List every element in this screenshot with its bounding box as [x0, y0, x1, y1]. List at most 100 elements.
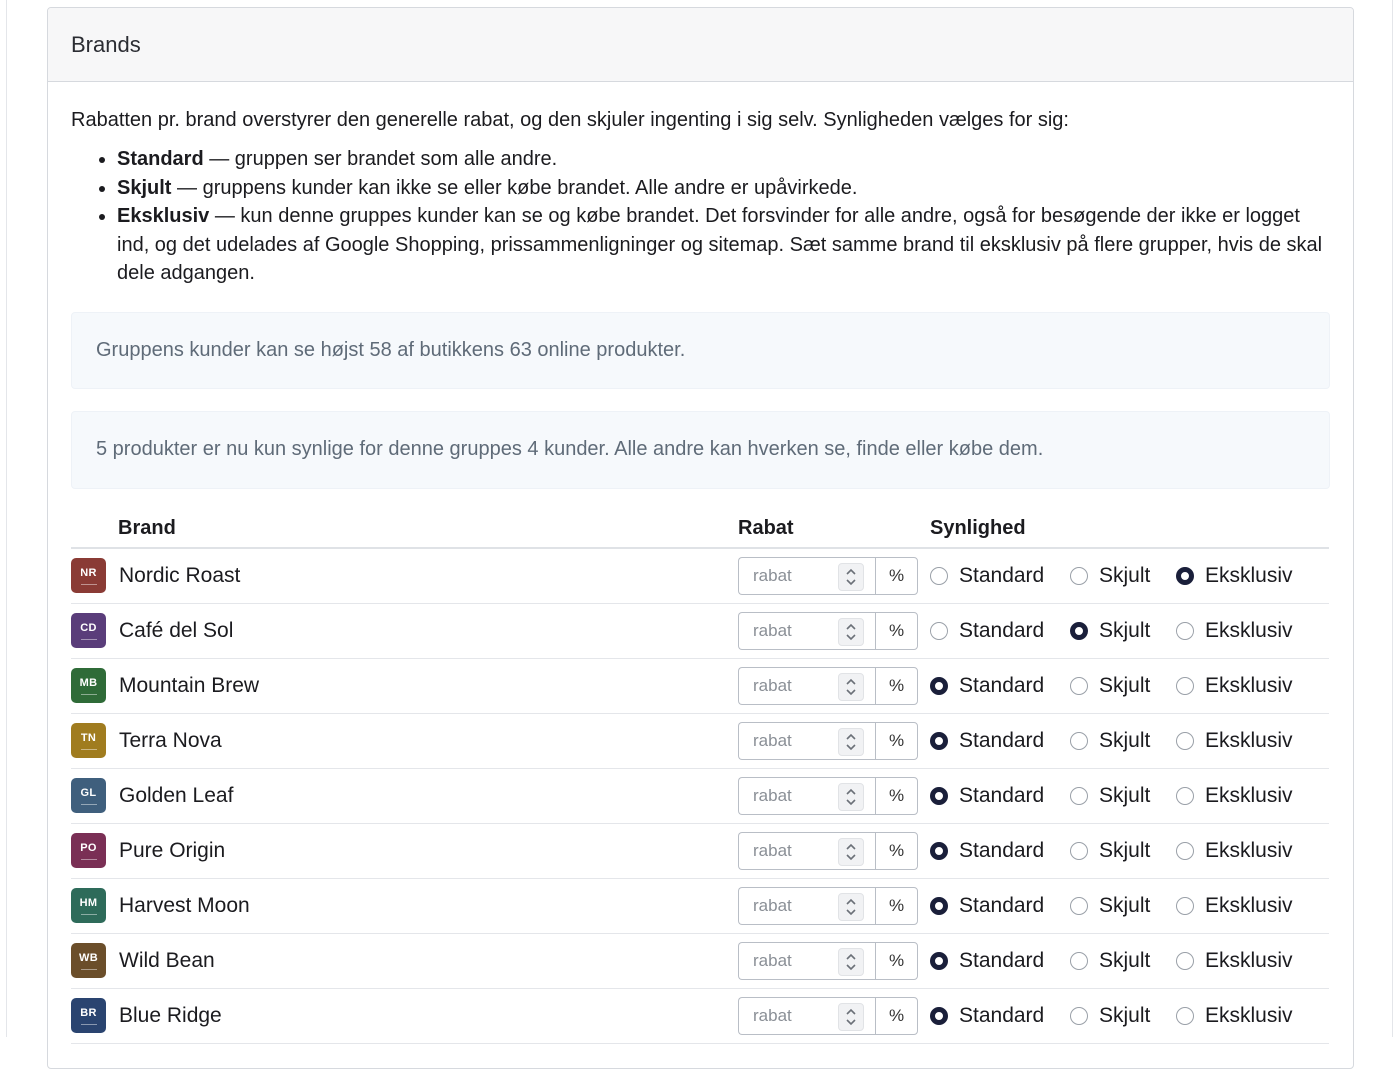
radio-unchecked-icon[interactable] — [930, 566, 948, 585]
number-stepper-icon[interactable] — [838, 672, 864, 701]
radio-unchecked-icon[interactable] — [1070, 676, 1088, 695]
synlighed-cell: Standard Skjult Eksklusiv — [930, 603, 1329, 659]
radio-label: Eksklusiv — [1205, 783, 1293, 807]
brand-logo-cell: PO — [71, 823, 118, 879]
visibility-radio-group: Standard Skjult Eksklusiv — [930, 879, 1329, 933]
radio-checked-icon[interactable] — [930, 731, 948, 750]
radio-checked-icon[interactable] — [1070, 621, 1088, 640]
visibility-option-skjult[interactable]: Skjult — [1070, 949, 1176, 973]
visibility-option-standard[interactable]: Standard — [930, 894, 1070, 918]
radio-unchecked-icon[interactable] — [1070, 1006, 1088, 1025]
radio-unchecked-icon[interactable] — [1070, 566, 1088, 585]
number-stepper-icon[interactable] — [838, 562, 864, 591]
rabat-cell: % — [738, 547, 930, 604]
visibility-option-skjult[interactable]: Skjult — [1070, 729, 1176, 753]
rabat-field[interactable] — [738, 721, 875, 760]
term-description: — gruppen ser brandet som alle andre. — [203, 148, 558, 170]
radio-unchecked-icon[interactable] — [1176, 951, 1194, 970]
synlighed-cell: Standard Skjult Eksklusiv — [930, 547, 1329, 604]
number-stepper-icon[interactable] — [838, 727, 864, 756]
visibility-option-eksklusiv[interactable]: Eksklusiv — [1176, 674, 1293, 698]
radio-checked-icon[interactable] — [930, 896, 948, 915]
table-row: PO Pure Origin% Standard Skjult Eksklusiv — [71, 823, 1329, 879]
radio-unchecked-icon[interactable] — [1070, 841, 1088, 860]
visibility-option-skjult[interactable]: Skjult — [1070, 674, 1176, 698]
radio-unchecked-icon[interactable] — [1070, 786, 1088, 805]
rabat-input[interactable] — [751, 949, 845, 972]
rabat-input[interactable] — [751, 674, 845, 697]
visibility-option-standard[interactable]: Standard — [930, 619, 1070, 643]
visibility-option-skjult[interactable]: Skjult — [1070, 839, 1176, 863]
number-stepper-icon[interactable] — [838, 947, 864, 976]
visibility-option-standard[interactable]: Standard — [930, 564, 1070, 588]
visibility-option-skjult[interactable]: Skjult — [1070, 1004, 1176, 1028]
radio-checked-icon[interactable] — [1176, 566, 1194, 585]
visibility-option-skjult[interactable]: Skjult — [1070, 619, 1176, 643]
radio-unchecked-icon[interactable] — [1070, 951, 1088, 970]
radio-unchecked-icon[interactable] — [930, 621, 948, 640]
number-stepper-icon[interactable] — [838, 837, 864, 866]
visibility-option-standard[interactable]: Standard — [930, 1004, 1070, 1028]
brand-logo-cell: WB — [71, 933, 118, 989]
visibility-option-eksklusiv[interactable]: Eksklusiv — [1176, 784, 1293, 808]
rabat-input[interactable] — [751, 839, 845, 862]
visibility-option-standard[interactable]: Standard — [930, 729, 1070, 753]
rabat-field[interactable] — [738, 941, 875, 980]
visibility-option-eksklusiv[interactable]: Eksklusiv — [1176, 564, 1293, 588]
visibility-option-standard[interactable]: Standard — [930, 839, 1070, 863]
number-stepper-icon[interactable] — [838, 892, 864, 921]
visibility-option-skjult[interactable]: Skjult — [1070, 894, 1176, 918]
visibility-option-eksklusiv[interactable]: Eksklusiv — [1176, 949, 1293, 973]
radio-unchecked-icon[interactable] — [1176, 621, 1194, 640]
rabat-input[interactable] — [751, 1004, 845, 1027]
radio-unchecked-icon[interactable] — [1176, 1006, 1194, 1025]
visibility-option-standard[interactable]: Standard — [930, 949, 1070, 973]
radio-unchecked-icon[interactable] — [1070, 731, 1088, 750]
rabat-input[interactable] — [751, 729, 845, 752]
rabat-field[interactable] — [738, 611, 875, 650]
radio-label: Standard — [959, 618, 1045, 642]
brand-logo: TN — [71, 723, 106, 758]
percent-addon: % — [875, 996, 918, 1035]
rabat-input[interactable] — [751, 619, 845, 642]
radio-label: Skjult — [1099, 618, 1151, 642]
radio-unchecked-icon[interactable] — [1176, 786, 1194, 805]
percent-addon: % — [875, 556, 918, 595]
visibility-option-standard[interactable]: Standard — [930, 674, 1070, 698]
radio-checked-icon[interactable] — [930, 841, 948, 860]
radio-checked-icon[interactable] — [930, 676, 948, 695]
rabat-field[interactable] — [738, 831, 875, 870]
visibility-option-standard[interactable]: Standard — [930, 784, 1070, 808]
visibility-option-eksklusiv[interactable]: Eksklusiv — [1176, 619, 1293, 643]
visibility-option-eksklusiv[interactable]: Eksklusiv — [1176, 1004, 1293, 1028]
radio-unchecked-icon[interactable] — [1070, 896, 1088, 915]
radio-unchecked-icon[interactable] — [1176, 841, 1194, 860]
radio-checked-icon[interactable] — [930, 1006, 948, 1025]
number-stepper-icon[interactable] — [838, 1002, 864, 1031]
number-stepper-icon[interactable] — [838, 782, 864, 811]
rabat-field[interactable] — [738, 996, 875, 1035]
radio-unchecked-icon[interactable] — [1176, 731, 1194, 750]
synlighed-cell: Standard Skjult Eksklusiv — [930, 878, 1329, 934]
visibility-option-skjult[interactable]: Skjult — [1070, 784, 1176, 808]
rabat-field[interactable] — [738, 776, 875, 815]
rabat-field[interactable] — [738, 556, 875, 595]
visibility-option-eksklusiv[interactable]: Eksklusiv — [1176, 839, 1293, 863]
radio-checked-icon[interactable] — [930, 951, 948, 970]
brand-logo-initials: CD — [80, 621, 97, 634]
rabat-input-group: % — [738, 886, 918, 925]
radio-unchecked-icon[interactable] — [1176, 676, 1194, 695]
number-stepper-icon[interactable] — [838, 617, 864, 646]
rabat-input[interactable] — [751, 894, 845, 917]
radio-label: Skjult — [1099, 948, 1151, 972]
visibility-option-eksklusiv[interactable]: Eksklusiv — [1176, 729, 1293, 753]
visibility-option-skjult[interactable]: Skjult — [1070, 564, 1176, 588]
rabat-field[interactable] — [738, 886, 875, 925]
brand-name-cell: Blue Ridge — [118, 988, 738, 1044]
rabat-field[interactable] — [738, 666, 875, 705]
rabat-input[interactable] — [751, 784, 845, 807]
visibility-option-eksklusiv[interactable]: Eksklusiv — [1176, 894, 1293, 918]
radio-checked-icon[interactable] — [930, 786, 948, 805]
rabat-input[interactable] — [751, 564, 845, 587]
radio-unchecked-icon[interactable] — [1176, 896, 1194, 915]
